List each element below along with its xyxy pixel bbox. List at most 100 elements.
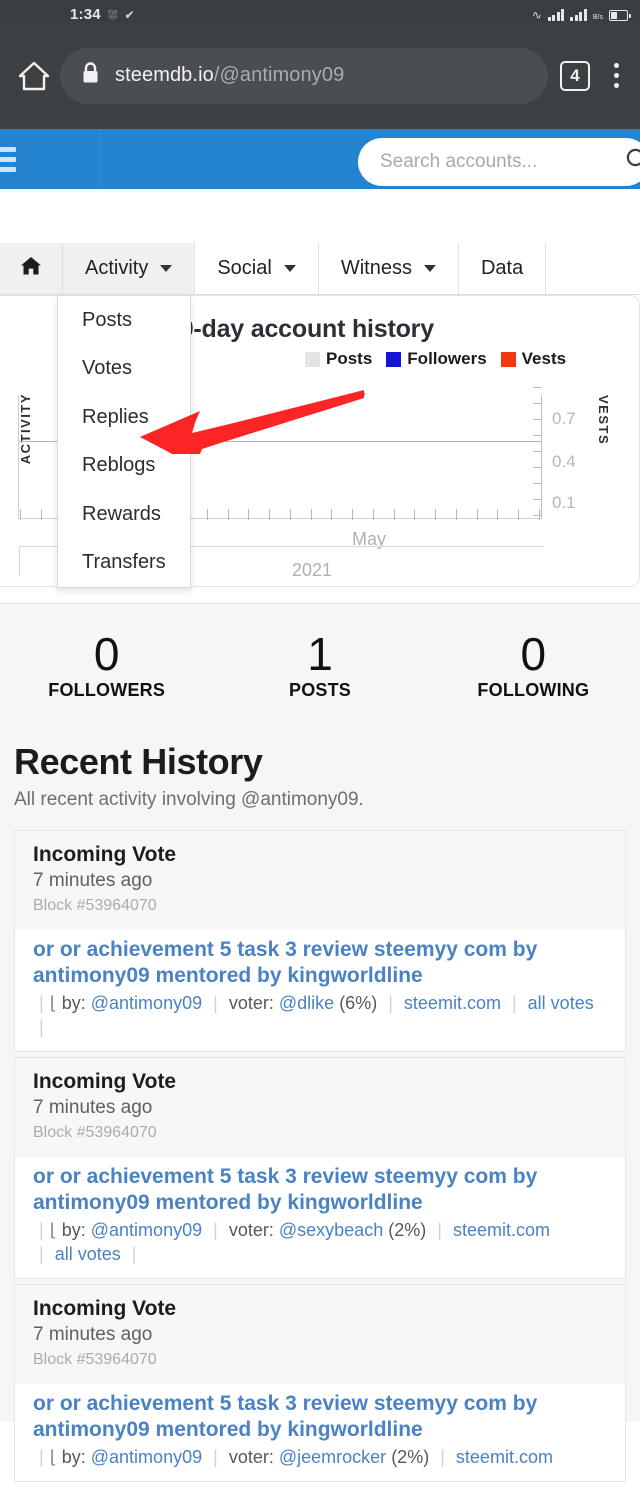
history-card[interactable]: Incoming Vote 7 minutes ago Block #53964…: [14, 830, 626, 1052]
meta-voter-user[interactable]: @sexybeach: [279, 1220, 383, 1240]
meta-voter-user[interactable]: @dlike: [279, 993, 334, 1013]
reply-arrow-icon: ⌊: [49, 1220, 57, 1240]
meta-divider: |: [39, 1220, 44, 1240]
legend-item-vests[interactable]: Vests: [500, 349, 567, 369]
meta-by-user[interactable]: @antimony09: [91, 1447, 202, 1467]
stat-followers-value: 0: [93, 628, 120, 680]
page-title: Recent History: [14, 741, 263, 782]
meta-divider: |: [39, 1244, 44, 1264]
tab-home[interactable]: [0, 243, 63, 294]
tab-witness-label: Witness: [340, 257, 412, 279]
meta-all-votes-link[interactable]: all votes: [528, 993, 594, 1013]
tab-social[interactable]: Social: [195, 243, 319, 294]
meta-source-link[interactable]: steemit.com: [404, 993, 501, 1013]
history-card-header: Incoming Vote 7 minutes ago Block #53964…: [15, 1058, 625, 1157]
legend-swatch-followers: [386, 351, 402, 367]
history-card-timestamp: 7 minutes ago: [33, 1324, 153, 1345]
data-rate-icon: B/s: [592, 14, 603, 21]
history-card-post-link[interactable]: or or achievement 5 task 3 review steemy…: [33, 1164, 607, 1216]
history-card[interactable]: Incoming Vote 7 minutes ago Block #53964…: [14, 1057, 626, 1279]
site-navbar: [0, 129, 640, 189]
menu-item-transfers[interactable]: Transfers: [58, 539, 190, 588]
signal-bars-icon: [570, 9, 587, 21]
chevron-down-icon: [423, 265, 436, 272]
meta-source-link[interactable]: steemit.com: [456, 1447, 553, 1467]
legend-label-followers: Followers: [407, 349, 487, 368]
meta-by-user[interactable]: @antimony09: [91, 1220, 202, 1240]
lock-icon: [82, 62, 99, 89]
signal-bars-icon: [547, 9, 565, 21]
history-card-list: Incoming Vote 7 minutes ago Block #53964…: [14, 830, 626, 1487]
meta-divider: |: [440, 1447, 445, 1467]
chart-y-tick-label: 0.7: [552, 409, 576, 428]
history-card-timestamp: 7 minutes ago: [33, 870, 153, 891]
pulse-icon: ∿: [531, 8, 542, 22]
meta-by-label: by:: [61, 1220, 86, 1240]
meta-by-label: by:: [61, 1447, 86, 1467]
tab-witness[interactable]: Witness: [319, 243, 459, 294]
meta-divider: |: [39, 993, 44, 1013]
meta-all-votes-link[interactable]: all votes: [55, 1244, 121, 1264]
stat-followers-label: FOLLOWERS: [48, 680, 166, 700]
meta-by-user[interactable]: @antimony09: [91, 993, 202, 1013]
stat-posts-value: 1: [307, 628, 333, 680]
tab-activity[interactable]: Activity: [63, 243, 196, 294]
meta-voter-label: voter:: [228, 1220, 274, 1240]
history-card-meta: | ⌊ by: @antimony09 | voter: @dlike (6%) …: [33, 991, 607, 1039]
address-bar[interactable]: steemdb.io/@antimony09: [60, 47, 548, 104]
history-card-body: or or achievement 5 task 3 review steemy…: [15, 930, 625, 1051]
history-card-kind: Incoming Vote: [33, 1297, 177, 1320]
chart-legend: Posts Followers Vests: [305, 349, 566, 369]
meta-divider: |: [213, 1447, 218, 1467]
history-card[interactable]: Incoming Vote 7 minutes ago Block #53964…: [14, 1284, 626, 1482]
content-gap: [0, 189, 640, 243]
kebab-menu-icon[interactable]: [604, 63, 628, 88]
status-bar-clock: 1:34: [70, 6, 101, 22]
tab-count-button[interactable]: 4: [560, 60, 590, 91]
stat-followers[interactable]: 0 FOLLOWERS: [0, 604, 213, 701]
legend-item-followers[interactable]: Followers: [386, 349, 487, 369]
account-tab-strip: Activity Social Witness Data: [0, 243, 640, 295]
meta-divider: |: [213, 993, 218, 1013]
reply-arrow-icon: ⌊: [49, 993, 57, 1013]
navbar-divider: [100, 129, 101, 189]
meta-divider: |: [388, 993, 393, 1013]
history-card-block: Block #53964070: [33, 897, 157, 914]
menu-item-posts[interactable]: Posts: [58, 296, 190, 345]
hamburger-icon[interactable]: [0, 146, 16, 172]
home-icon[interactable]: [12, 61, 56, 91]
meta-vote-weight: (2%): [388, 1220, 427, 1240]
chart-year-separator-tick: [19, 546, 20, 576]
account-stats: 0 FOLLOWERS 1 POSTS 0 FOLLOWING: [0, 603, 640, 731]
stat-posts[interactable]: 1 POSTS: [213, 604, 426, 701]
meta-voter-user[interactable]: @jeemrocker: [279, 1447, 386, 1467]
legend-label-vests: Vests: [521, 349, 567, 368]
search-input[interactable]: [380, 151, 625, 173]
recent-history-section: Recent History All recent activity invol…: [0, 731, 640, 1482]
meta-divider: |: [131, 1244, 137, 1264]
menu-item-rewards[interactable]: Rewards: [58, 490, 190, 539]
tab-social-label: Social: [217, 257, 272, 279]
chart-y-tick-label: 0.1: [552, 493, 576, 512]
page-subtitle: All recent activity involving @antimony0…: [14, 789, 364, 810]
history-card-body: or or achievement 5 task 3 review steemy…: [15, 1157, 625, 1278]
shield-icon: ✔: [124, 8, 135, 22]
tab-data[interactable]: Data: [459, 243, 547, 294]
history-card-header: Incoming Vote 7 minutes ago Block #53964…: [15, 1285, 625, 1384]
legend-item-posts[interactable]: Posts: [305, 349, 372, 369]
meta-source-link[interactable]: steemit.com: [453, 1220, 550, 1240]
meta-vote-weight: (2%): [391, 1447, 430, 1467]
arrow-left-icon: [140, 386, 365, 466]
stat-following-value: 0: [520, 628, 547, 680]
home-icon: [20, 256, 42, 282]
search-box[interactable]: [358, 138, 640, 186]
history-card-post-link[interactable]: or or achievement 5 task 3 review steemy…: [33, 1391, 607, 1443]
chevron-down-icon: [283, 265, 296, 272]
tab-strip-filler: [546, 243, 640, 294]
history-card-body: or or achievement 5 task 3 review steemy…: [15, 1384, 625, 1481]
meta-voter-label: voter:: [228, 1447, 274, 1467]
history-card-post-link[interactable]: or or achievement 5 task 3 review steemy…: [33, 937, 607, 989]
history-card-kind: Incoming Vote: [33, 843, 177, 866]
stat-following[interactable]: 0 FOLLOWING: [427, 604, 640, 701]
magnifier-icon[interactable]: [625, 147, 640, 178]
